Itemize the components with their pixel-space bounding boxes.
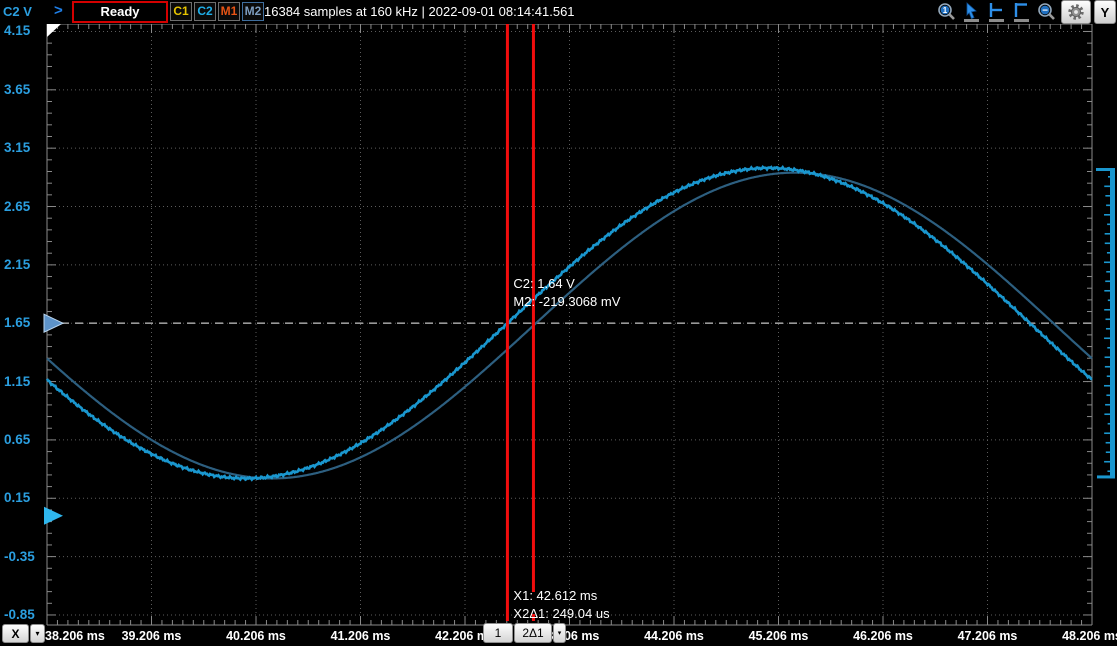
- range-indicator-tick: [1107, 252, 1110, 254]
- range-indicator-tick: [1106, 394, 1110, 396]
- x-axis-label: 44.206 ms: [644, 629, 704, 643]
- range-indicator-tick: [1104, 337, 1110, 339]
- svg-text:−: −: [1042, 6, 1048, 17]
- pointer-tool-icon[interactable]: [961, 1, 983, 23]
- range-indicator-tick: [1108, 299, 1110, 301]
- bottom-bar: 38.206 ms39.206 ms40.206 ms41.206 ms42.2…: [0, 622, 1117, 646]
- range-indicator-top-cap: [1096, 168, 1115, 171]
- channel-buttons: C1C2M1M2: [170, 2, 264, 21]
- y-axis-label: 1.65: [4, 315, 30, 330]
- range-indicator-tick: [1107, 347, 1110, 349]
- range-indicator-tick: [1106, 328, 1110, 330]
- range-indicator-tick: [1107, 375, 1110, 377]
- range-indicator-tick: [1105, 404, 1110, 406]
- range-indicator-tick: [1104, 309, 1110, 311]
- capture-info: 16384 samples at 160 kHz | 2022-09-01 08…: [264, 4, 575, 19]
- y-axis-label: -0.35: [4, 549, 35, 564]
- range-indicator-tick: [1106, 204, 1110, 206]
- y-cursor-tool-icon[interactable]: [1011, 1, 1033, 23]
- range-indicator-tick: [1104, 385, 1110, 387]
- settings-button[interactable]: [1061, 0, 1091, 24]
- y-axis-label: 1.15: [4, 374, 30, 389]
- expand-arrow-icon[interactable]: >: [54, 2, 63, 19]
- range-indicator-tick: [1105, 356, 1110, 358]
- range-indicator-tick: [1106, 451, 1110, 453]
- status-badge: Ready: [72, 1, 168, 23]
- range-indicator-tick: [1105, 195, 1110, 197]
- c2-offset-marker[interactable]: [44, 507, 63, 525]
- y-axis-label: 0.65: [4, 432, 30, 447]
- toolbar: C2 V > Ready C1C2M1M2 16384 samples at 1…: [0, 0, 1117, 24]
- trigger-marker[interactable]: [44, 314, 63, 332]
- range-indicator-tick: [1104, 261, 1110, 263]
- axis-channel-selector[interactable]: C2 V: [3, 4, 32, 19]
- range-indicator-tick: [1105, 318, 1110, 320]
- y-axis-label: 4.15: [4, 23, 30, 38]
- oscilloscope-window: C2: 1.64 V M2: -219.3068 mV X1: 42.612 ms X…: [0, 0, 1117, 646]
- range-indicator-tick: [1106, 271, 1110, 273]
- x-axis-label: 40.206 ms: [226, 629, 286, 643]
- scope-plot[interactable]: C2: 1.64 V M2: -219.3068 mV X1: 42.612 ms X…: [0, 0, 1117, 646]
- x-axis-label: 41.206 ms: [331, 629, 391, 643]
- y-axis-label: 2.65: [4, 199, 30, 214]
- range-indicator-tick: [1105, 366, 1110, 368]
- y-axis-button[interactable]: Y: [1094, 0, 1116, 24]
- range-indicator-tick: [1106, 442, 1110, 444]
- range-indicator-tick: [1108, 423, 1110, 425]
- cursor-1-button[interactable]: 1: [483, 623, 513, 643]
- x-axis-label: 45.206 ms: [749, 629, 809, 643]
- range-indicator-tick: [1104, 214, 1110, 216]
- buffer-position-indicator: [47, 24, 61, 37]
- channel-button-c2[interactable]: C2: [194, 2, 216, 21]
- range-indicator-bottom-cap: [1097, 475, 1115, 478]
- x-axis-mode-button[interactable]: X: [2, 624, 29, 643]
- cursor-dropdown[interactable]: ▾: [553, 623, 566, 643]
- svg-text:1: 1: [943, 6, 948, 15]
- range-indicator-tick: [1104, 461, 1110, 463]
- range-indicator-tick: [1104, 186, 1110, 188]
- cursor-2-button[interactable]: 2Δ1: [514, 623, 552, 643]
- settings-gear-icon: [1067, 3, 1085, 21]
- range-indicator-tick: [1104, 290, 1110, 292]
- zoom-reset-icon[interactable]: 1: [936, 1, 958, 23]
- x-axis-dropdown[interactable]: ▾: [30, 624, 45, 643]
- zoom-out-icon[interactable]: −: [1036, 1, 1058, 23]
- x-axis-label: 39.206 ms: [122, 629, 182, 643]
- y-axis-label: 0.15: [4, 490, 30, 505]
- cursor-x1-label: X1: 42.612 ms: [513, 588, 597, 603]
- range-indicator-tick: [1104, 432, 1110, 434]
- x-axis-label: 46.206 ms: [853, 629, 913, 643]
- channel-button-m2[interactable]: M2: [242, 2, 264, 21]
- range-indicator-tick: [1107, 470, 1110, 472]
- range-indicator-tick: [1105, 242, 1110, 244]
- range-indicator-tick: [1108, 176, 1110, 178]
- x-cursor-tool-icon[interactable]: [986, 1, 1008, 23]
- c2-range-indicator: [1110, 168, 1115, 478]
- range-indicator-tick: [1105, 233, 1110, 235]
- x-axis-label: 47.206 ms: [958, 629, 1018, 643]
- y-axis-label: 3.65: [4, 82, 30, 97]
- channel-button-m1[interactable]: M1: [218, 2, 240, 21]
- plot-tools: 1 −: [936, 0, 1116, 24]
- y-axis-label: 3.15: [4, 140, 30, 155]
- range-indicator-tick: [1105, 280, 1110, 282]
- channel-button-c1[interactable]: C1: [170, 2, 192, 21]
- cursor-delta-label: X2Δ1: 249.04 us: [513, 606, 610, 621]
- y-axis-label: -0.85: [4, 607, 35, 622]
- x-axis-label: 48.206 ms: [1062, 629, 1117, 643]
- y-axis-label: 2.15: [4, 257, 30, 272]
- cursor-value-m2: M2: -219.3068 mV: [513, 294, 620, 309]
- x-axis-label: 38.206 ms: [45, 629, 105, 643]
- cursor-value-c2: C2: 1.64 V: [513, 276, 575, 291]
- range-indicator-tick: [1104, 413, 1110, 415]
- range-indicator-tick: [1107, 223, 1110, 225]
